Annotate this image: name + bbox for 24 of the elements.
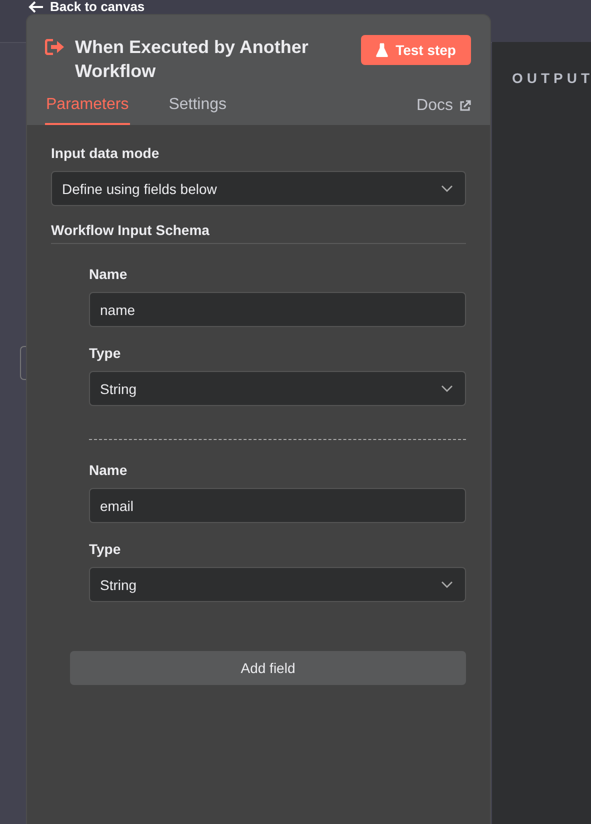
docs-link[interactable]: Docs — [416, 97, 471, 125]
chevron-down-icon — [441, 384, 453, 392]
chevron-down-icon — [441, 184, 453, 192]
field-label: Type — [89, 345, 122, 361]
arrow-left-icon — [28, 1, 44, 13]
field-label: Name — [89, 462, 128, 478]
field-label: Name — [89, 266, 128, 282]
section-heading: Workflow Input Schema — [51, 222, 466, 244]
field-label: Input data mode — [51, 145, 160, 161]
exit-arrow-icon — [45, 39, 65, 55]
input-mode-select[interactable]: Define using fields below — [51, 171, 466, 206]
output-label: OUTPUT — [512, 70, 591, 86]
back-link[interactable]: Back to canvas — [28, 0, 145, 14]
type-select[interactable]: String — [89, 371, 466, 406]
node-title: When Executed by Another Workflow — [75, 36, 310, 83]
external-link-icon — [459, 100, 471, 112]
flask-icon — [376, 43, 388, 57]
name-input[interactable]: name — [89, 292, 466, 327]
add-field-button[interactable]: Add field — [70, 651, 466, 685]
field-label: Type — [89, 541, 122, 557]
name-input[interactable]: email — [89, 488, 466, 523]
chevron-down-icon — [441, 580, 453, 588]
tab[interactable]: Settings — [168, 96, 228, 125]
type-select[interactable]: String — [89, 567, 466, 602]
